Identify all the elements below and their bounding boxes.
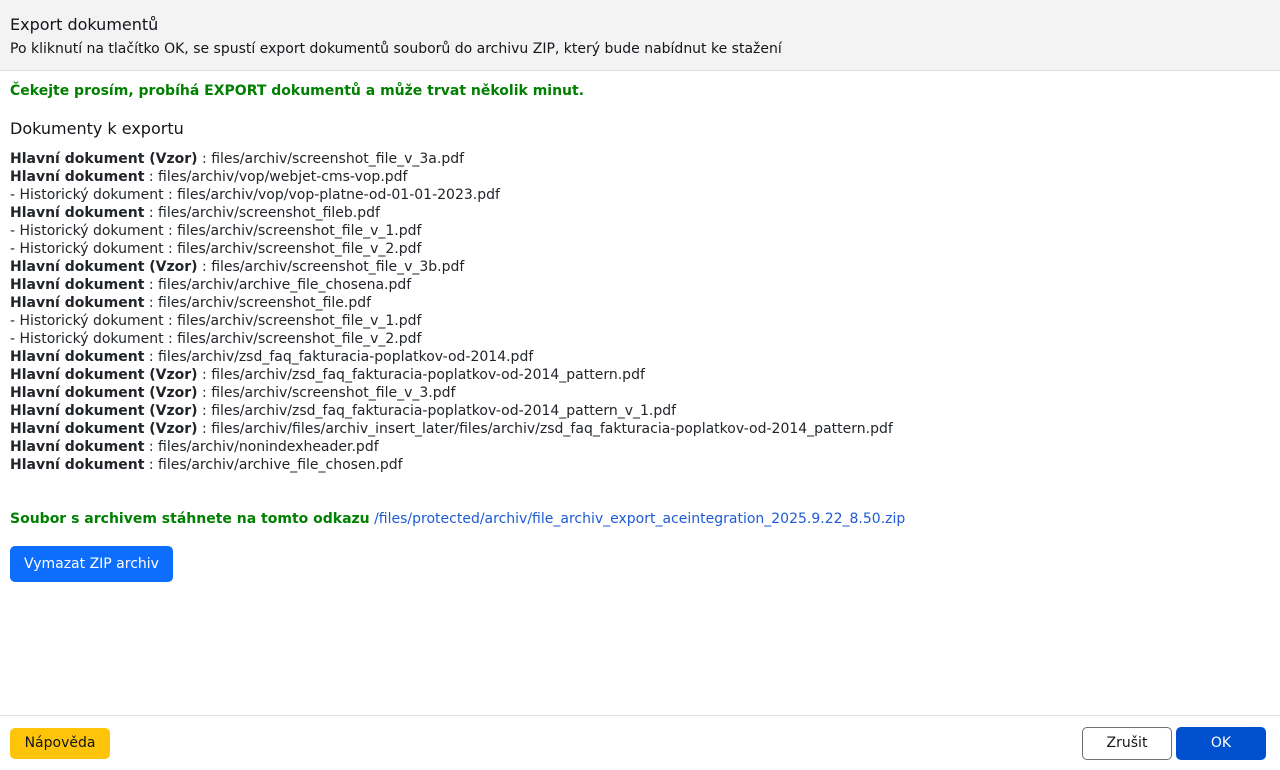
document-item: Hlavní dokument (Vzor) : files/archiv/sc… [10,384,1270,402]
document-path: - Historický dokument : files/archiv/scr… [10,331,422,347]
document-item: - Historický dokument : files/archiv/vop… [10,186,1270,204]
wait-message: Čekejte prosím, probíhá EXPORT dokumentů… [10,83,585,99]
document-list: Hlavní dokument (Vzor) : files/archiv/sc… [10,150,1270,474]
document-path: - Historický dokument : files/archiv/scr… [10,313,422,329]
dialog-body: Čekejte prosím, probíhá EXPORT dokumentů… [0,71,1280,582]
document-path: : files/archiv/screenshot_file_v_3b.pdf [197,259,465,275]
document-type: Hlavní dokument (Vzor) [10,259,198,275]
document-path: : files/archiv/screenshot_file.pdf [144,295,372,311]
document-item: Hlavní dokument (Vzor) : files/archiv/sc… [10,150,1270,168]
document-type: Hlavní dokument (Vzor) [10,421,198,437]
document-item: Hlavní dokument : files/archiv/screensho… [10,204,1270,222]
document-type: Hlavní dokument [10,439,145,455]
document-item: - Historický dokument : files/archiv/scr… [10,312,1270,330]
document-path: : files/archiv/screenshot_fileb.pdf [144,205,380,221]
document-item: Hlavní dokument (Vzor) : files/archiv/sc… [10,258,1270,276]
document-path: : files/archiv/files/archiv_insert_later… [197,421,893,437]
export-dialog: Export dokumentů Po kliknutí na tlačítko… [0,0,1280,770]
dialog-description: Po kliknutí na tlačítko OK, se spustí ex… [10,41,782,57]
document-item: - Historický dokument : files/archiv/scr… [10,240,1270,258]
document-item: - Historický dokument : files/archiv/scr… [10,222,1270,240]
section-title: Dokumenty k exportu [10,119,184,138]
document-item: Hlavní dokument : files/archiv/vop/webje… [10,168,1270,186]
cancel-button[interactable]: Zrušit [1082,727,1172,760]
document-type: Hlavní dokument [10,205,145,221]
document-path: : files/archiv/archive_file_chosena.pdf [144,277,412,293]
document-item: Hlavní dokument (Vzor) : files/archiv/zs… [10,366,1270,384]
document-type: Hlavní dokument (Vzor) [10,367,198,383]
document-path: : files/archiv/screenshot_file_v_3.pdf [197,385,456,401]
dialog-title: Export dokumentů [10,15,159,34]
document-type: Hlavní dokument [10,457,145,473]
document-path: - Historický dokument : files/archiv/scr… [10,223,422,239]
document-item: Hlavní dokument : files/archiv/zsd_faq_f… [10,348,1270,366]
dialog-footer: Nápověda Zrušit OK [0,715,1280,770]
document-path: : files/archiv/archive_file_chosen.pdf [144,457,403,473]
document-path: - Historický dokument : files/archiv/scr… [10,241,422,257]
help-button[interactable]: Nápověda [10,728,110,759]
delete-zip-button[interactable]: Vymazat ZIP archiv [10,546,173,582]
document-path: : files/archiv/zsd_faq_fakturacia-poplat… [197,403,677,419]
document-path: : files/archiv/zsd_faq_fakturacia-poplat… [197,367,645,383]
document-item: Hlavní dokument : files/archiv/archive_f… [10,456,1270,474]
document-type: Hlavní dokument (Vzor) [10,403,198,419]
document-item: Hlavní dokument : files/archiv/nonindexh… [10,438,1270,456]
document-type: Hlavní dokument (Vzor) [10,385,198,401]
dialog-header: Export dokumentů Po kliknutí na tlačítko… [0,0,1280,71]
document-item: Hlavní dokument : files/archiv/archive_f… [10,276,1270,294]
document-type: Hlavní dokument [10,169,145,185]
document-item: - Historický dokument : files/archiv/scr… [10,330,1270,348]
document-item: Hlavní dokument (Vzor) : files/archiv/zs… [10,402,1270,420]
document-type: Hlavní dokument [10,349,145,365]
document-item: Hlavní dokument : files/archiv/screensho… [10,294,1270,312]
download-label: Soubor s archivem stáhnete na tomto odka… [10,511,370,527]
download-row: Soubor s archivem stáhnete na tomto odka… [10,509,1270,529]
document-type: Hlavní dokument (Vzor) [10,151,198,167]
document-item: Hlavní dokument (Vzor) : files/archiv/fi… [10,420,1270,438]
document-path: : files/archiv/screenshot_file_v_3a.pdf [197,151,465,167]
download-link[interactable]: /files/protected/archiv/file_archiv_expo… [374,511,905,527]
document-type: Hlavní dokument [10,277,145,293]
document-path: : files/archiv/nonindexheader.pdf [144,439,379,455]
document-path: : files/archiv/vop/webjet-cms-vop.pdf [144,169,408,185]
document-type: Hlavní dokument [10,295,145,311]
document-path: : files/archiv/zsd_faq_fakturacia-poplat… [144,349,534,365]
ok-button[interactable]: OK [1176,727,1266,760]
document-path: - Historický dokument : files/archiv/vop… [10,187,500,203]
